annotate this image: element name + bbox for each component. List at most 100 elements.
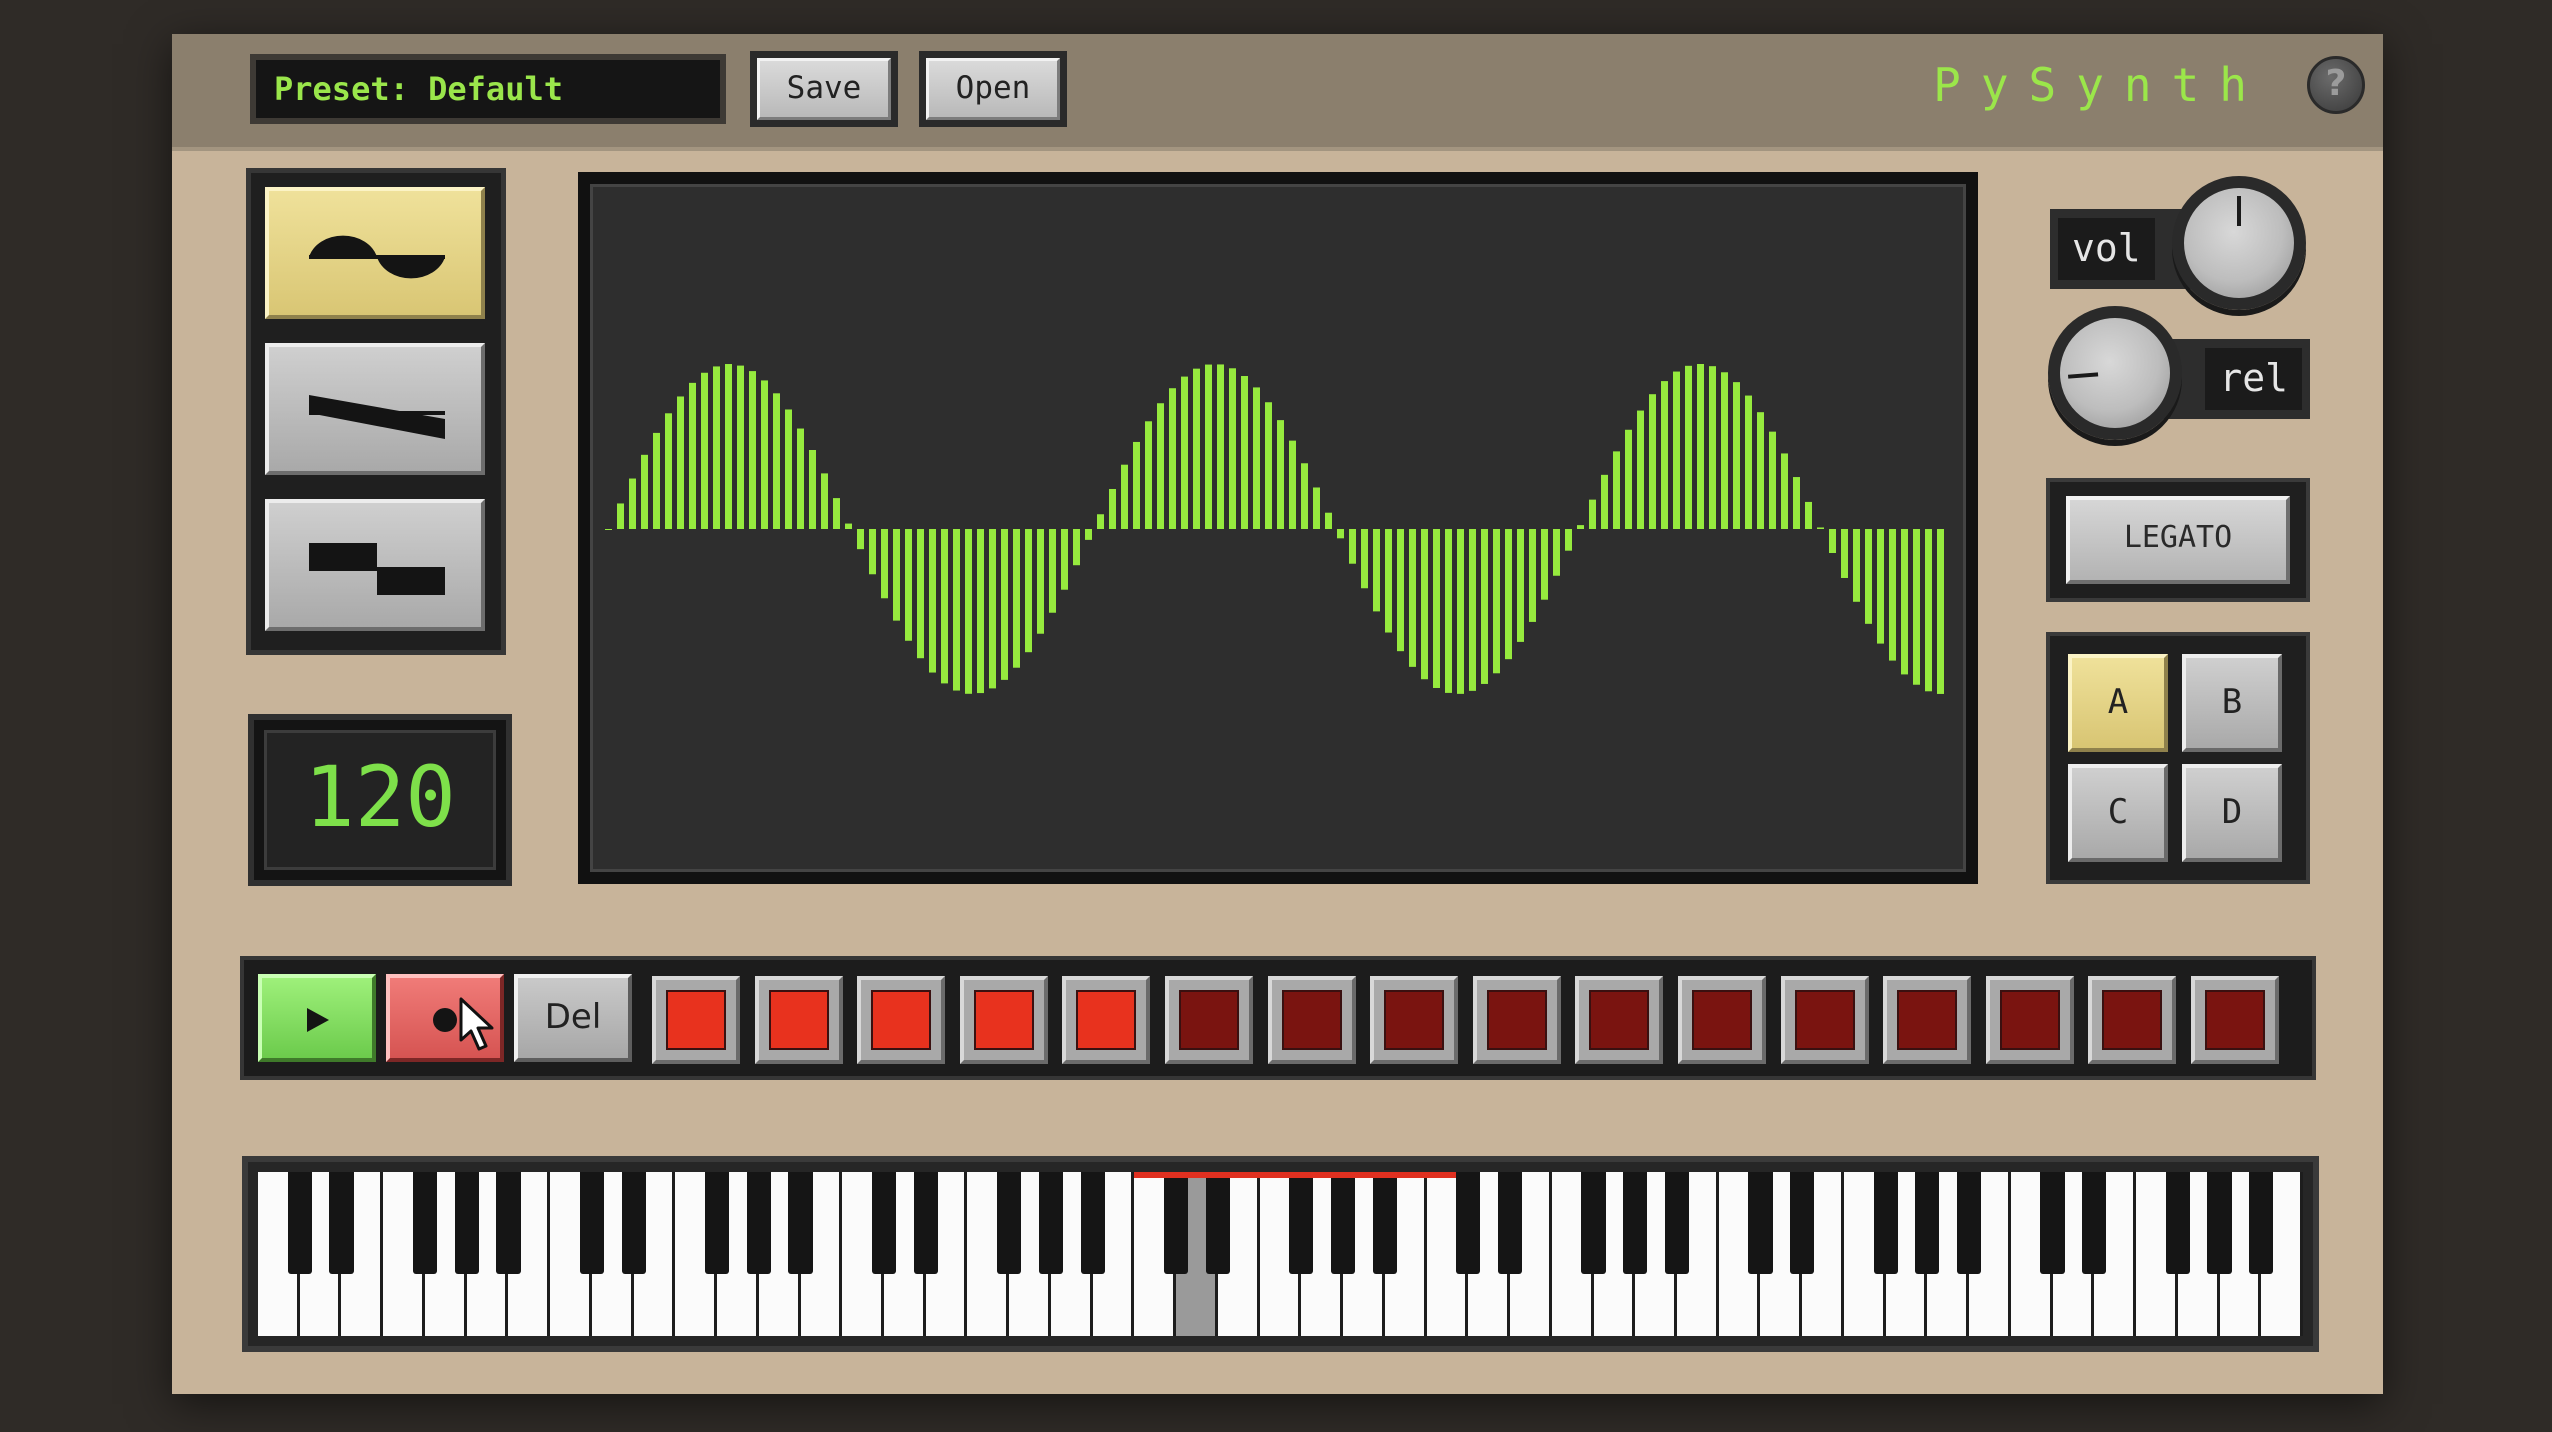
bank-d-button[interactable]: D [2182,764,2282,862]
open-button[interactable]: Open [919,51,1067,127]
black-key[interactable] [2040,1172,2065,1274]
sequencer-step[interactable] [1062,976,1151,1064]
sequencer-step[interactable] [1472,976,1561,1064]
sequencer-step[interactable] [1678,976,1766,1064]
black-key[interactable] [2207,1172,2232,1274]
vol-knob[interactable] [2172,176,2306,310]
black-key[interactable] [1873,1172,1898,1274]
square-wave-button[interactable] [265,499,485,631]
wave-bar [701,372,708,529]
play-button[interactable] [258,974,376,1062]
wave-bar [1805,501,1812,529]
preset-display: Preset: Default [250,54,726,124]
black-key[interactable] [621,1172,646,1274]
wave-bar [941,529,948,684]
wave-bar [641,454,648,529]
sine-wave-button[interactable] [265,187,485,319]
wave-bar [1061,529,1068,590]
wave-bar [1037,529,1044,634]
tempo-display: 120 [248,714,512,886]
wave-bar [809,450,816,529]
sequencer-step[interactable] [2191,976,2279,1064]
sequencer-step[interactable] [1165,976,1253,1064]
wave-bar [1697,364,1704,529]
sawtooth-wave-button[interactable] [265,343,485,475]
black-key[interactable] [2249,1172,2274,1274]
wave-bar [1049,529,1056,613]
wave-bar [773,393,780,529]
black-key[interactable] [2082,1172,2107,1274]
wave-bar [1289,440,1296,529]
piano-keys [258,1172,2303,1336]
sequencer-step[interactable] [1370,976,1459,1064]
rel-knob[interactable] [2048,306,2182,440]
sequencer-step[interactable] [2088,976,2177,1064]
wave-bar [881,529,888,599]
black-key[interactable] [2165,1172,2190,1274]
black-key[interactable] [1330,1172,1356,1274]
black-key[interactable] [913,1172,938,1274]
wave-bar [1709,366,1716,529]
bank-a-button[interactable]: A [2068,654,2168,752]
black-key[interactable] [1164,1172,1189,1274]
wave-bar [821,473,828,529]
black-key[interactable] [871,1172,897,1274]
legato-button[interactable]: LEGATO [2046,478,2310,602]
wave-bar [761,380,768,529]
black-key[interactable] [746,1172,771,1274]
wave-bar [1301,463,1308,529]
black-key[interactable] [329,1172,354,1274]
delete-button[interactable]: Del [514,974,632,1062]
black-key[interactable] [412,1172,438,1274]
black-key[interactable] [1497,1172,1523,1274]
black-key[interactable] [1080,1172,1105,1274]
sequencer-step[interactable] [1575,976,1664,1064]
wave-bar [1613,451,1620,529]
help-button[interactable]: ? [2307,56,2365,114]
black-key[interactable] [1581,1172,1606,1274]
sequencer-step[interactable] [959,976,1048,1064]
black-key[interactable] [1790,1172,1815,1274]
black-key[interactable] [1623,1172,1648,1274]
sequencer-step[interactable] [857,976,946,1064]
black-key[interactable] [1915,1172,1940,1274]
open-button-label: Open [926,58,1060,120]
black-key[interactable] [704,1172,730,1274]
black-key[interactable] [788,1172,813,1274]
legato-label: LEGATO [2066,496,2290,584]
black-key[interactable] [1664,1172,1690,1274]
black-key[interactable] [454,1172,479,1274]
black-key[interactable] [1748,1172,1773,1274]
black-key[interactable] [1289,1172,1314,1274]
black-key[interactable] [1205,1172,1230,1274]
wave-bar [929,529,936,673]
wave-bar [1229,368,1236,529]
black-key[interactable] [496,1172,521,1274]
sequencer-step[interactable] [1883,976,1972,1064]
black-key[interactable] [579,1172,604,1274]
black-key[interactable] [1038,1172,1064,1274]
wave-bar [1793,477,1800,529]
wave-bar [737,365,744,529]
sequencer-step[interactable] [1780,976,1869,1064]
black-key[interactable] [287,1172,312,1274]
save-button[interactable]: Save [750,51,898,127]
bank-b-button[interactable]: B [2182,654,2282,752]
wave-bar [953,529,960,691]
sequencer-step[interactable] [1985,976,2074,1064]
wave-bar [1649,394,1656,529]
sequencer-step[interactable] [652,976,740,1064]
wave-bar [1397,529,1404,652]
bank-c-button[interactable]: C [2068,764,2168,862]
sequencer-step[interactable] [754,976,843,1064]
vol-knob-indicator [2237,196,2241,226]
wave-bar [1577,525,1584,529]
record-button[interactable] [386,974,504,1062]
black-key[interactable] [1957,1172,1982,1274]
black-key[interactable] [1372,1172,1397,1274]
black-key[interactable] [997,1172,1022,1274]
wave-bar [1517,529,1524,642]
wave-bar [653,432,660,529]
black-key[interactable] [1456,1172,1481,1274]
sequencer-step[interactable] [1267,976,1356,1064]
